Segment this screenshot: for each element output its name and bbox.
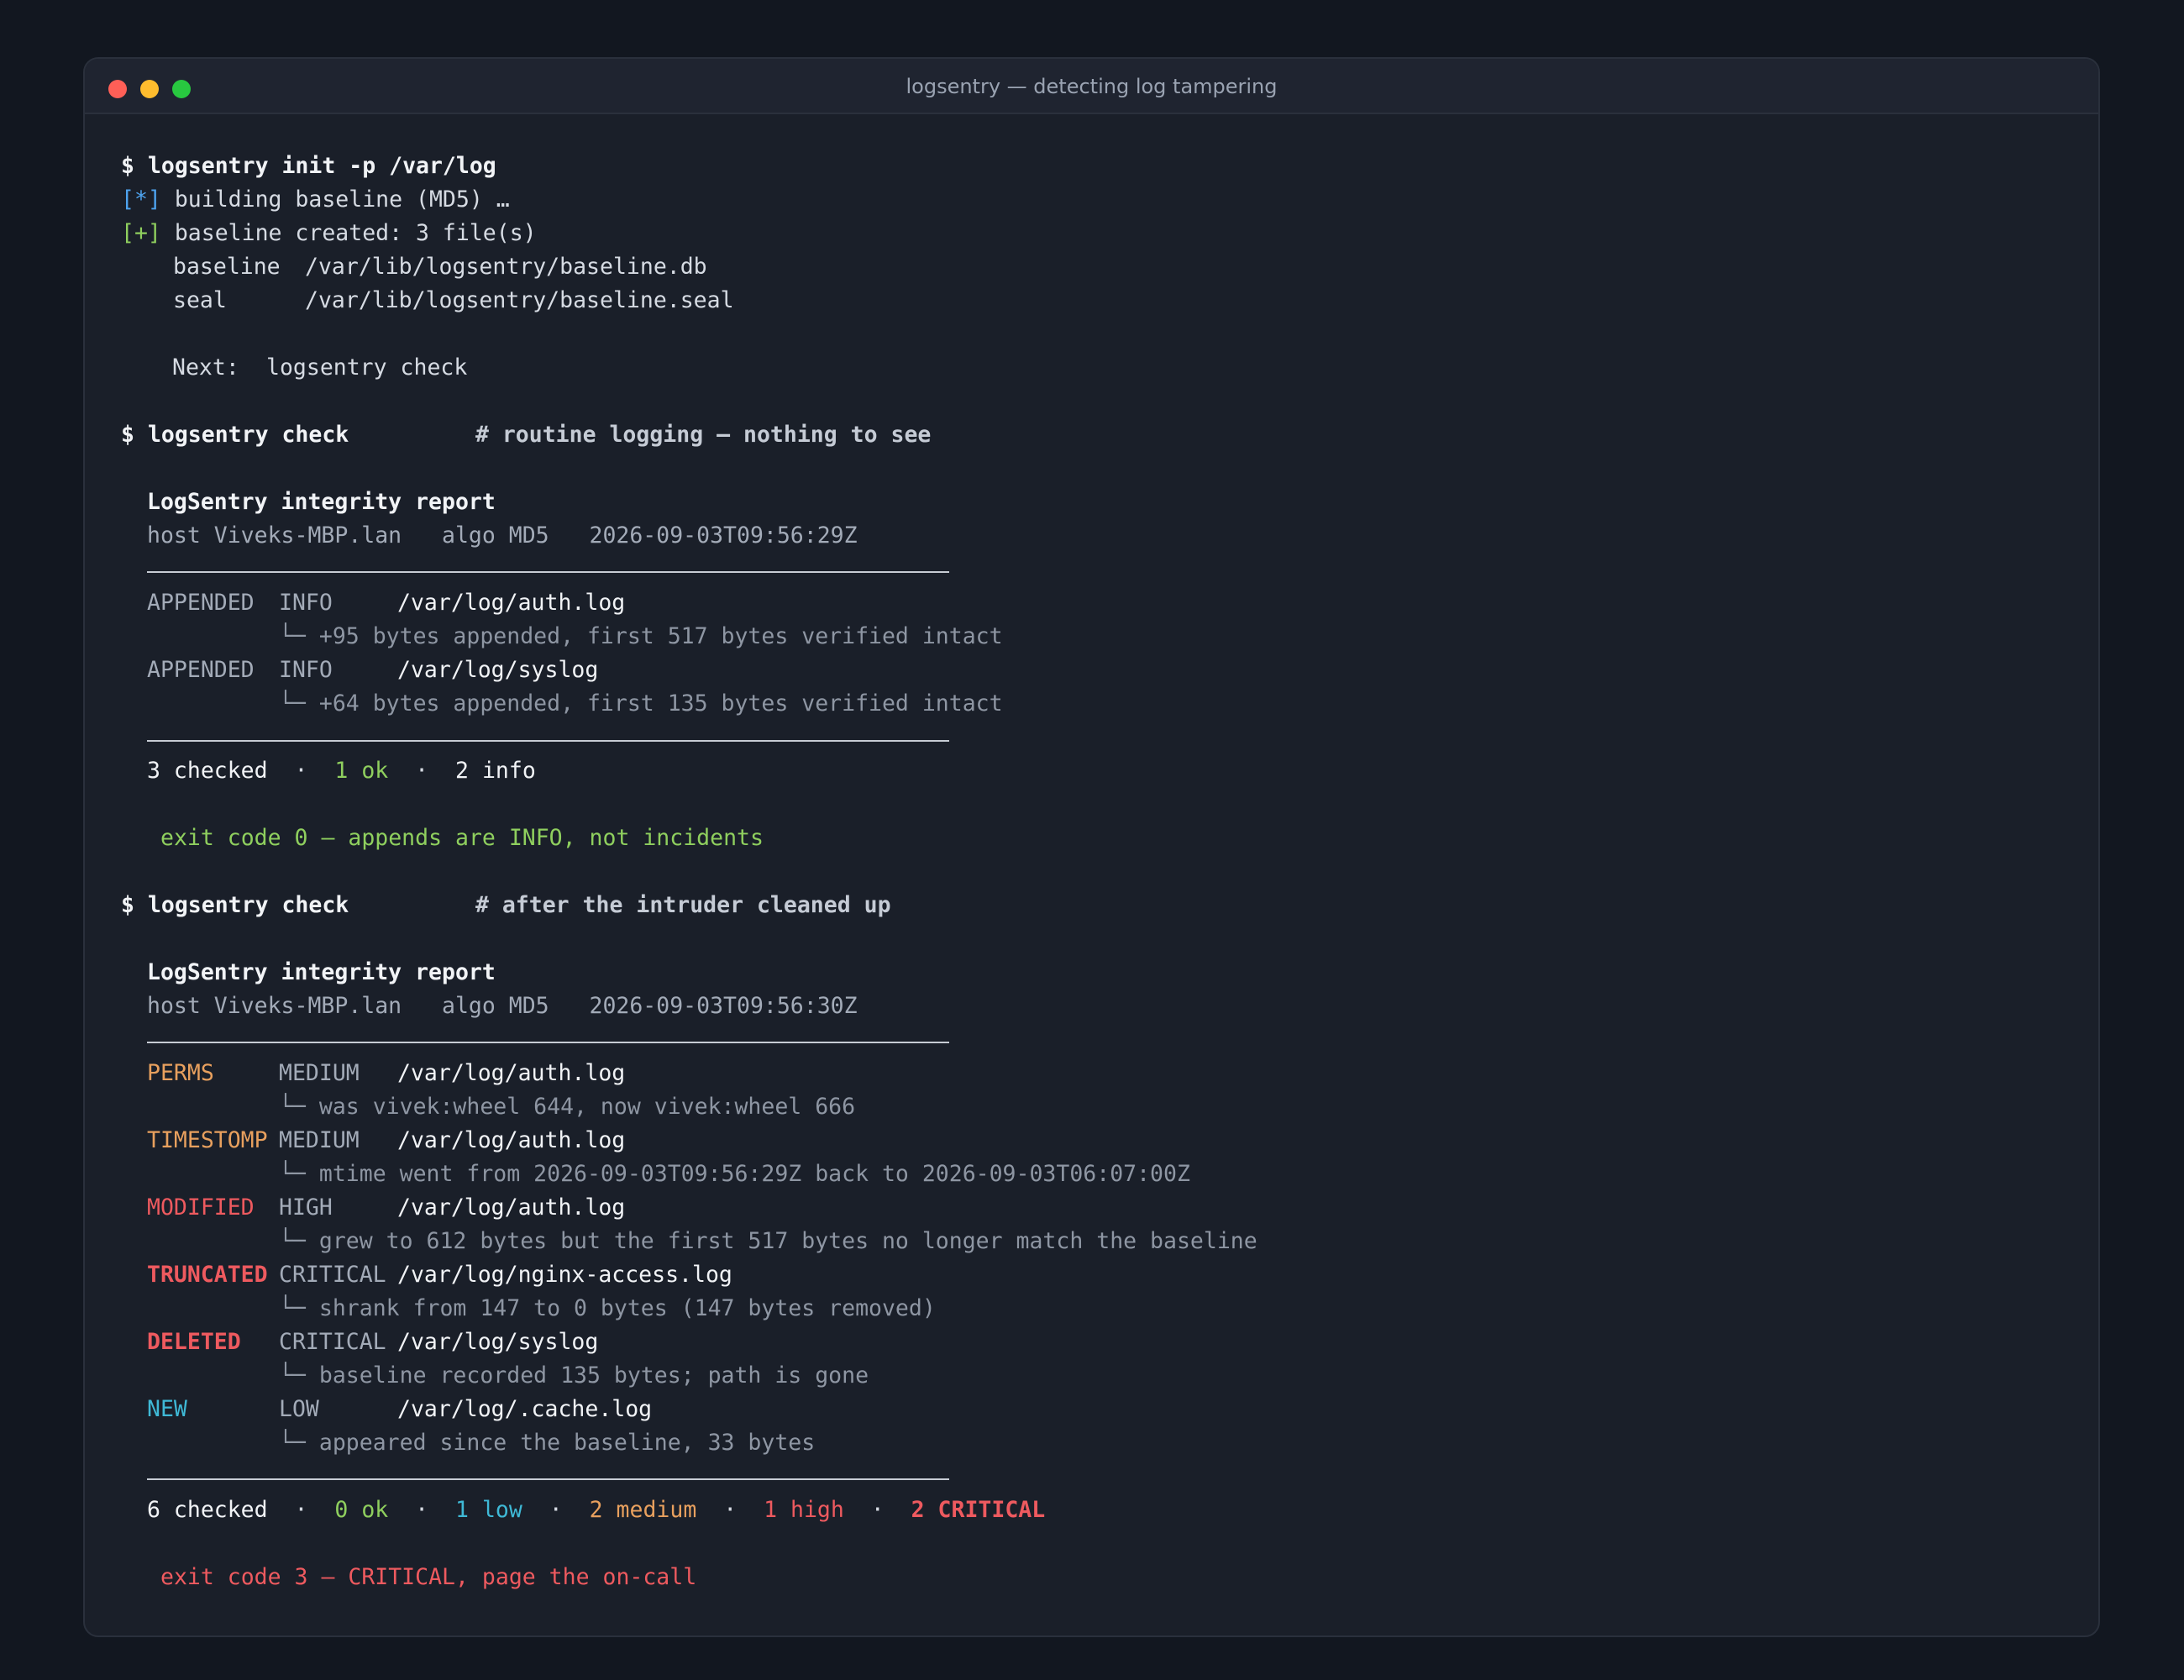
- building-text: building baseline (MD5) …: [174, 186, 510, 213]
- command-comment: # routine logging — nothing to see: [475, 422, 932, 448]
- created-text: baseline created: 3 file(s): [174, 220, 537, 246]
- divider: [147, 1042, 949, 1043]
- finding-path: /var/log/syslog: [397, 1329, 599, 1355]
- info-tag: [*]: [121, 186, 161, 213]
- finding-path: /var/log/auth.log: [397, 1060, 626, 1086]
- finding-severity: INFO: [279, 657, 333, 683]
- seal-key: seal: [173, 287, 227, 313]
- finding-detail: └─ +95 bytes appended, first 517 bytes v…: [279, 623, 1003, 649]
- finding-row: DELETED CRITICAL/var/log/syslog: [147, 1326, 598, 1359]
- report-title: LogSentry integrity report: [147, 489, 496, 515]
- tree-glyph: └─: [279, 1161, 306, 1187]
- command-line: $ logsentry init -p /var/log: [121, 150, 496, 183]
- command-comment: # after the intruder cleaned up: [475, 892, 891, 918]
- summary-line: 6 checked · 0 ok · 1 low · 2 medium · 1 …: [147, 1497, 1046, 1523]
- divider: [147, 1478, 949, 1480]
- finding-detail: └─ grew to 612 bytes but the first 517 b…: [279, 1228, 1257, 1254]
- command: logsentry check: [147, 892, 349, 918]
- window-title: logsentry — detecting log tampering: [906, 75, 1278, 98]
- baseline-key: baseline: [173, 254, 281, 280]
- finding-status: PERMS: [147, 1060, 214, 1086]
- tree-glyph: └─: [279, 1295, 306, 1321]
- finding-row: TIMESTOMP MEDIUM/var/log/auth.log: [147, 1124, 625, 1158]
- next-command: logsentry check: [266, 354, 468, 381]
- command-line: $ logsentry check # after the intruder cl…: [121, 889, 891, 922]
- finding-detail: └─ baseline recorded 135 bytes; path is …: [279, 1362, 869, 1389]
- output-line: [+] baseline created: 3 file(s): [121, 217, 537, 250]
- command: logsentry check: [147, 422, 349, 448]
- summary-info: 2 info: [455, 758, 536, 784]
- finding-status: TRUNCATED: [147, 1262, 268, 1288]
- finding-detail: └─ was vivek:wheel 644, now vivek:wheel …: [279, 1094, 856, 1120]
- exit-message: exit code 0 — appends are INFO, not inci…: [160, 825, 764, 851]
- prompt: $: [121, 422, 134, 448]
- finding-severity: MEDIUM: [279, 1127, 360, 1153]
- report-meta: host Viveks-MBP.lan algo MD5 2026-09-03T…: [147, 993, 858, 1019]
- finding-detail: └─ mtime went from 2026-09-03T09:56:29Z …: [279, 1161, 1190, 1187]
- tree-glyph: └─: [279, 623, 306, 649]
- output-line: seal/var/lib/logsentry/baseline.seal: [173, 284, 734, 318]
- finding-severity: CRITICAL: [279, 1329, 386, 1355]
- summary-ok: 1 ok: [334, 758, 389, 784]
- finding-severity: INFO: [279, 590, 333, 616]
- finding-path: /var/log/auth.log: [397, 1127, 626, 1153]
- finding-severity: MEDIUM: [279, 1060, 360, 1086]
- finding-detail: └─ +64 bytes appended, first 135 bytes v…: [279, 690, 1003, 717]
- command-line: $ logsentry check # routine logging — not…: [121, 418, 931, 452]
- summary-high: 1 high: [764, 1497, 844, 1523]
- success-tag: [+]: [121, 220, 161, 246]
- finding-status: NEW: [147, 1396, 187, 1422]
- baseline-path: /var/lib/logsentry/baseline.db: [305, 254, 707, 280]
- finding-row: NEW LOW/var/log/.cache.log: [147, 1393, 652, 1426]
- finding-status: APPENDED: [147, 657, 255, 683]
- tree-glyph: └─: [279, 1362, 306, 1389]
- finding-path: /var/log/auth.log: [397, 590, 626, 616]
- divider: [147, 571, 949, 573]
- finding-status: TIMESTOMP: [147, 1127, 268, 1153]
- finding-path: /var/log/auth.log: [397, 1194, 626, 1221]
- finding-row: TRUNCATED CRITICAL/var/log/nginx-access.l…: [147, 1258, 732, 1292]
- output-line: baseline/var/lib/logsentry/baseline.db: [173, 250, 707, 284]
- finding-row: APPENDED INFO/var/log/auth.log: [147, 586, 625, 620]
- finding-severity: CRITICAL: [279, 1262, 386, 1288]
- finding-path: /var/log/syslog: [397, 657, 599, 683]
- output-line: Next: logsentry check: [172, 351, 467, 385]
- finding-severity: LOW: [279, 1396, 319, 1422]
- tree-glyph: └─: [279, 1430, 306, 1456]
- next-label: Next:: [172, 354, 239, 381]
- prompt: $: [121, 153, 134, 179]
- summary-checked: 6 checked: [147, 1497, 268, 1523]
- exit-message: exit code 3 — CRITICAL, page the on-call: [160, 1564, 697, 1590]
- divider: [147, 740, 949, 742]
- tree-glyph: └─: [279, 1228, 306, 1254]
- tree-glyph: └─: [279, 1094, 306, 1120]
- output-line: [*] building baseline (MD5) …: [121, 183, 510, 217]
- finding-status: APPENDED: [147, 590, 255, 616]
- finding-path: /var/log/.cache.log: [397, 1396, 653, 1422]
- prompt: $: [121, 892, 134, 918]
- finding-detail: └─ appeared since the baseline, 33 bytes: [279, 1430, 816, 1456]
- summary-critical: 2 CRITICAL: [911, 1497, 1046, 1523]
- tree-glyph: └─: [279, 690, 306, 717]
- finding-path: /var/log/nginx-access.log: [397, 1262, 732, 1288]
- finding-status: DELETED: [147, 1329, 241, 1355]
- summary-low: 1 low: [455, 1497, 522, 1523]
- finding-row: APPENDED INFO/var/log/syslog: [147, 654, 598, 687]
- title-bar: logsentry — detecting log tampering: [85, 59, 2098, 114]
- seal-path: /var/lib/logsentry/baseline.seal: [305, 287, 734, 313]
- summary-medium: 2 medium: [589, 1497, 697, 1523]
- summary-line: 3 checked · 1 ok · 2 info: [147, 758, 536, 784]
- finding-row: PERMS MEDIUM/var/log/auth.log: [147, 1057, 625, 1090]
- finding-severity: HIGH: [279, 1194, 333, 1221]
- finding-row: MODIFIED HIGH/var/log/auth.log: [147, 1191, 625, 1225]
- summary-ok: 0 ok: [334, 1497, 389, 1523]
- report-title: LogSentry integrity report: [147, 959, 496, 985]
- finding-status: MODIFIED: [147, 1194, 255, 1221]
- report-meta: host Viveks-MBP.lan algo MD5 2026-09-03T…: [147, 522, 858, 549]
- finding-detail: └─ shrank from 147 to 0 bytes (147 bytes…: [279, 1295, 936, 1321]
- command: logsentry init -p /var/log: [147, 153, 496, 179]
- summary-checked: 3 checked: [147, 758, 268, 784]
